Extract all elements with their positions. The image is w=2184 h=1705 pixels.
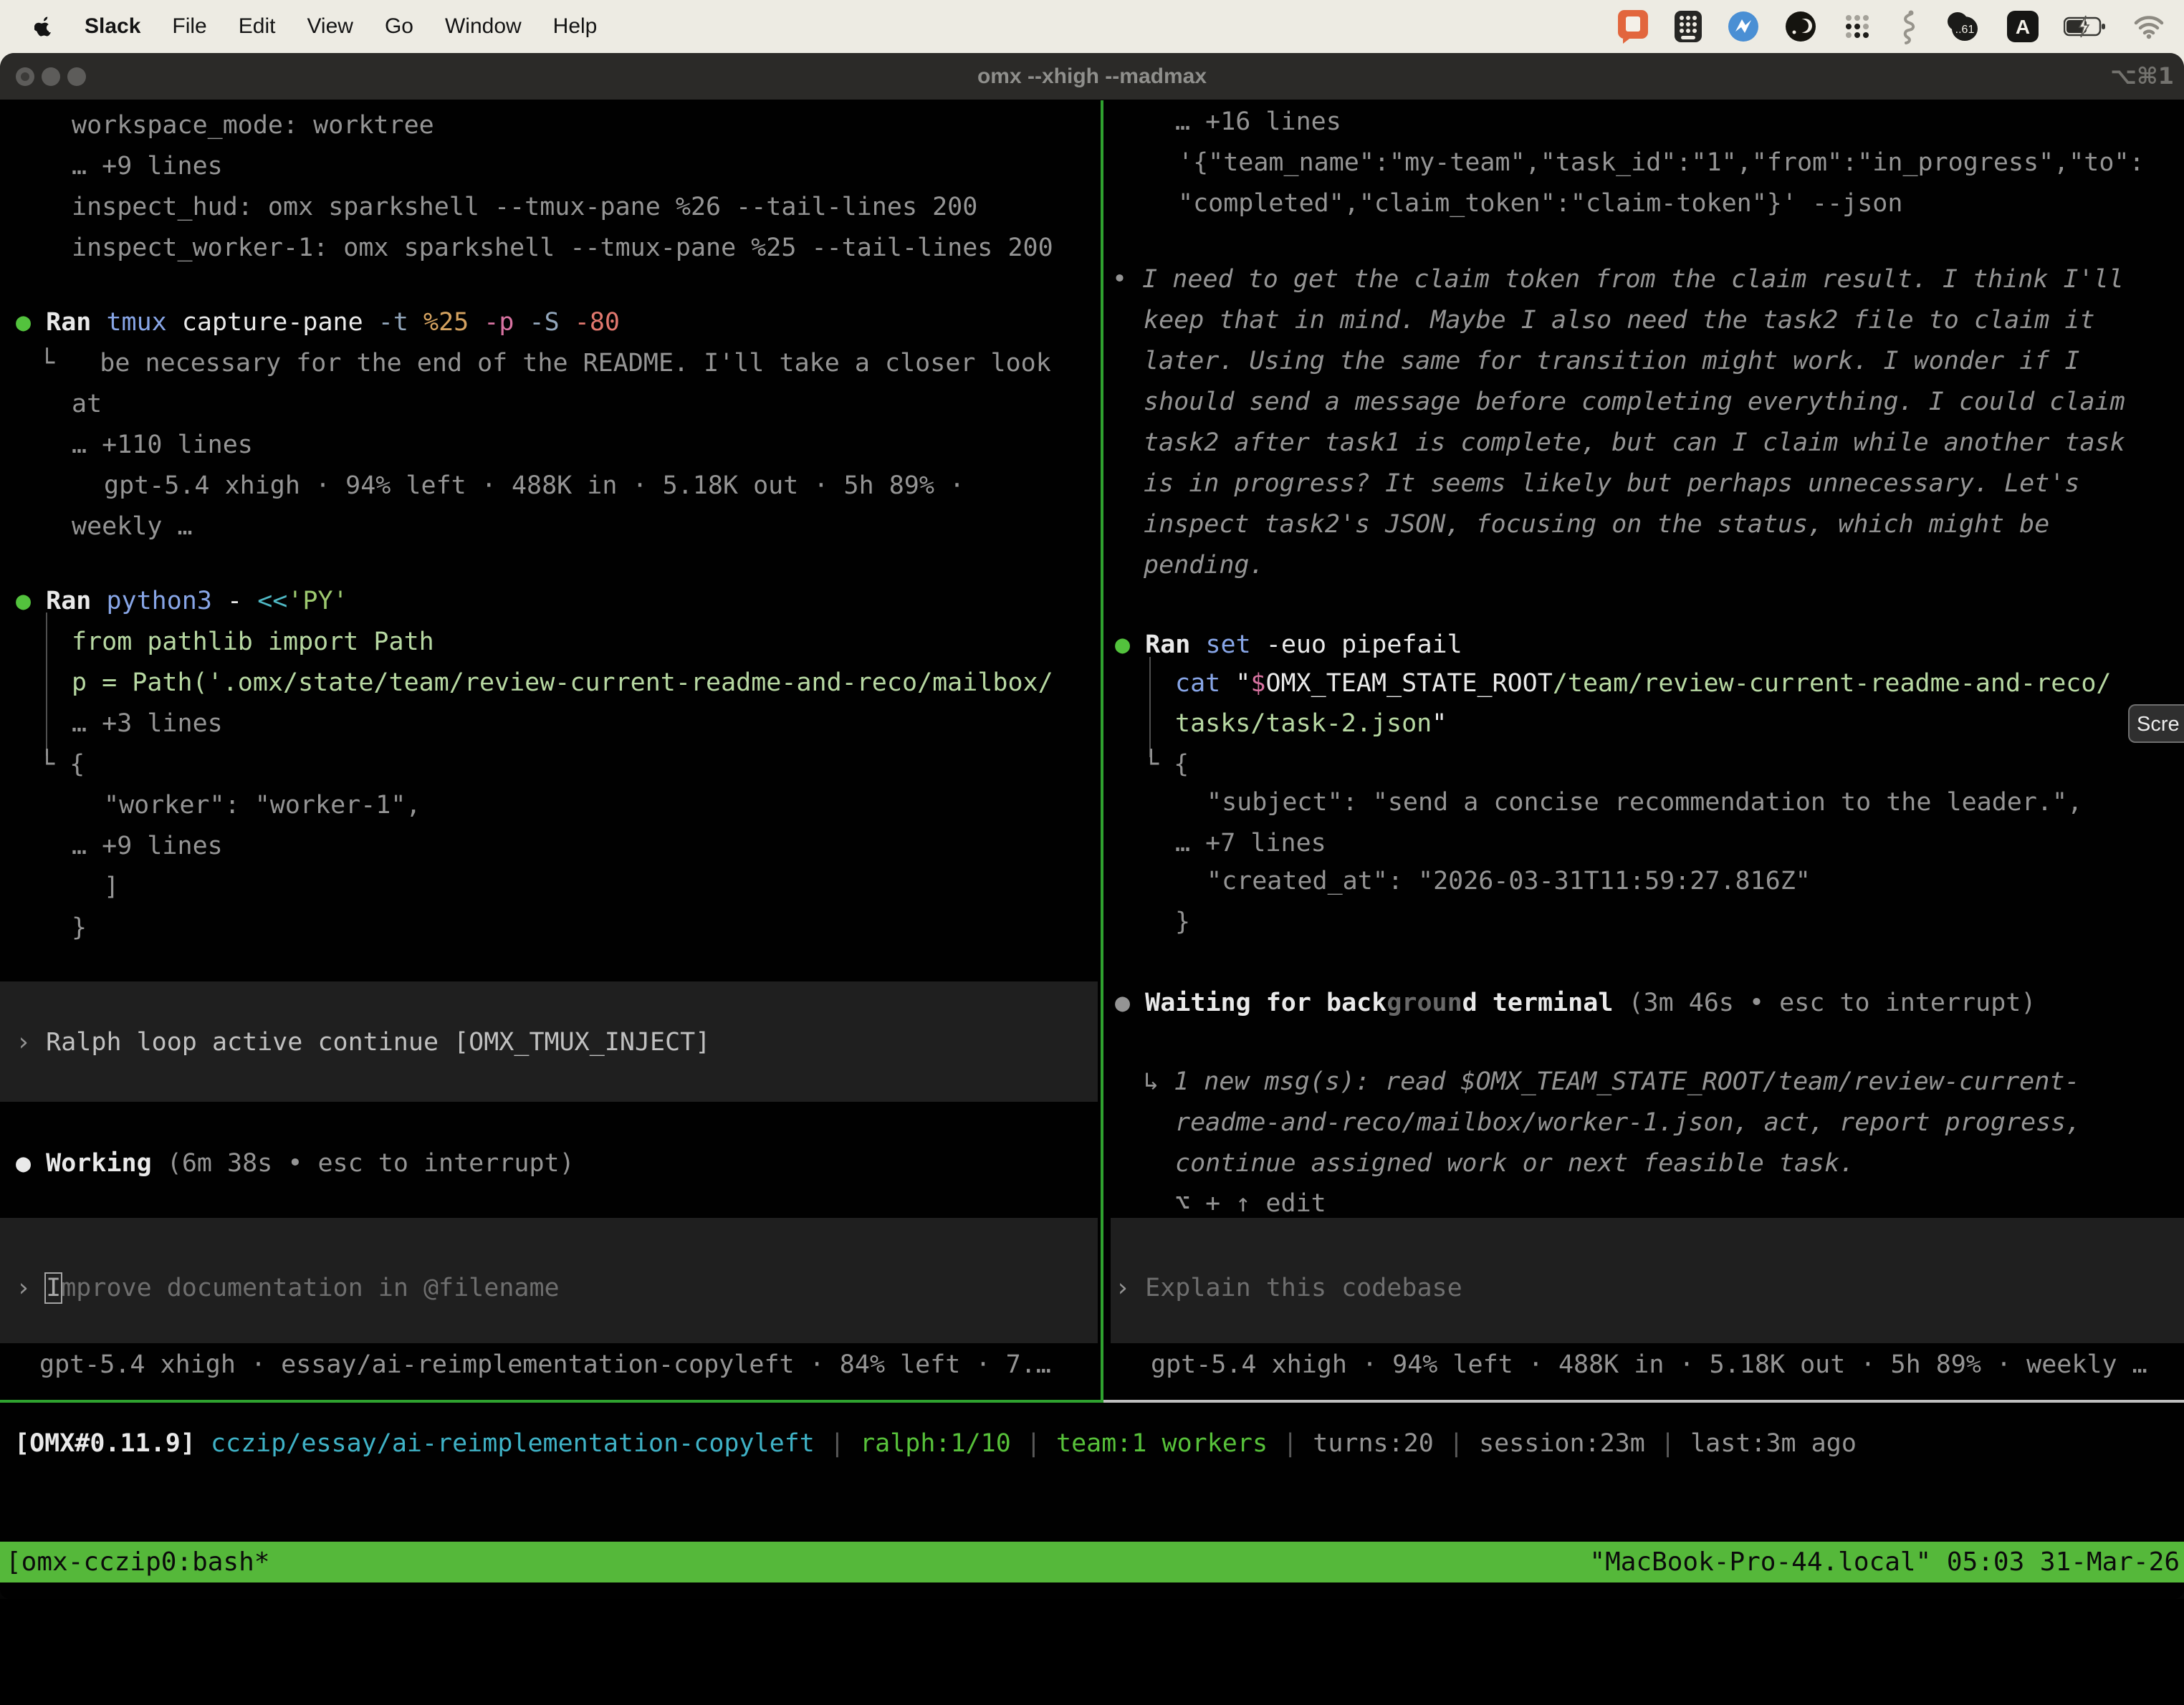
- menu-go[interactable]: Go: [385, 14, 413, 39]
- tmux-host-clock: "MacBook-Pro-44.local" 05:03 31-Mar-26: [1589, 1542, 2180, 1582]
- menu-help[interactable]: Help: [553, 14, 598, 39]
- menu-view[interactable]: View: [307, 14, 353, 39]
- pane-divider-vertical[interactable]: [1101, 100, 1103, 1401]
- crescent-circle-icon[interactable]: [1784, 10, 1817, 43]
- tmux-status-bar: [omx-cczip0:bash* "MacBook-Pro-44.local"…: [0, 1542, 2184, 1582]
- window-title: omx --xhigh --madmax: [0, 53, 2184, 100]
- menu-window[interactable]: Window: [445, 14, 522, 39]
- window-shortcut-hint: ⌥⌘1: [2110, 53, 2174, 100]
- menu-bar: Slack File Edit View Go Window Help: [0, 0, 2184, 53]
- app-menu-slack[interactable]: Slack: [85, 14, 140, 39]
- input-source-icon[interactable]: A: [2006, 10, 2039, 43]
- squiggle-icon[interactable]: [1897, 9, 1919, 44]
- battery-icon[interactable]: [2064, 15, 2108, 38]
- menu-bar-left: Slack File Edit View Go Window Help: [0, 14, 597, 39]
- menu-edit[interactable]: Edit: [239, 14, 276, 39]
- dots-grid-icon[interactable]: [1841, 11, 1873, 42]
- screen: Slack File Edit View Go Window Help: [0, 0, 2184, 1599]
- bolt-circle-icon[interactable]: [1727, 10, 1760, 43]
- apple-menu-icon[interactable]: [34, 16, 53, 37]
- badge-61-icon[interactable]: ..61: [1943, 9, 1982, 44]
- pane-divider-horizontal-left: [0, 1400, 1103, 1403]
- tmux-session-label: [omx-cczip0:bash*: [6, 1542, 269, 1582]
- menu-file[interactable]: File: [172, 14, 206, 39]
- keypad-icon[interactable]: [1674, 10, 1702, 43]
- terminal-window: omx --xhigh --madmax ⌥⌘1: [0, 53, 2184, 1599]
- screen-overlay-button[interactable]: Scre: [2128, 704, 2184, 743]
- chat-badge-icon[interactable]: [1617, 9, 1649, 44]
- wifi-icon[interactable]: [2132, 14, 2165, 39]
- svg-text:A: A: [2016, 16, 2030, 38]
- title-bar[interactable]: omx --xhigh --madmax ⌥⌘1: [0, 53, 2184, 100]
- svg-text:..61: ..61: [1955, 24, 1975, 36]
- menu-bar-status-icons: ..61 A: [1617, 0, 2184, 53]
- pane-divider-horizontal-right: [1103, 1400, 2184, 1403]
